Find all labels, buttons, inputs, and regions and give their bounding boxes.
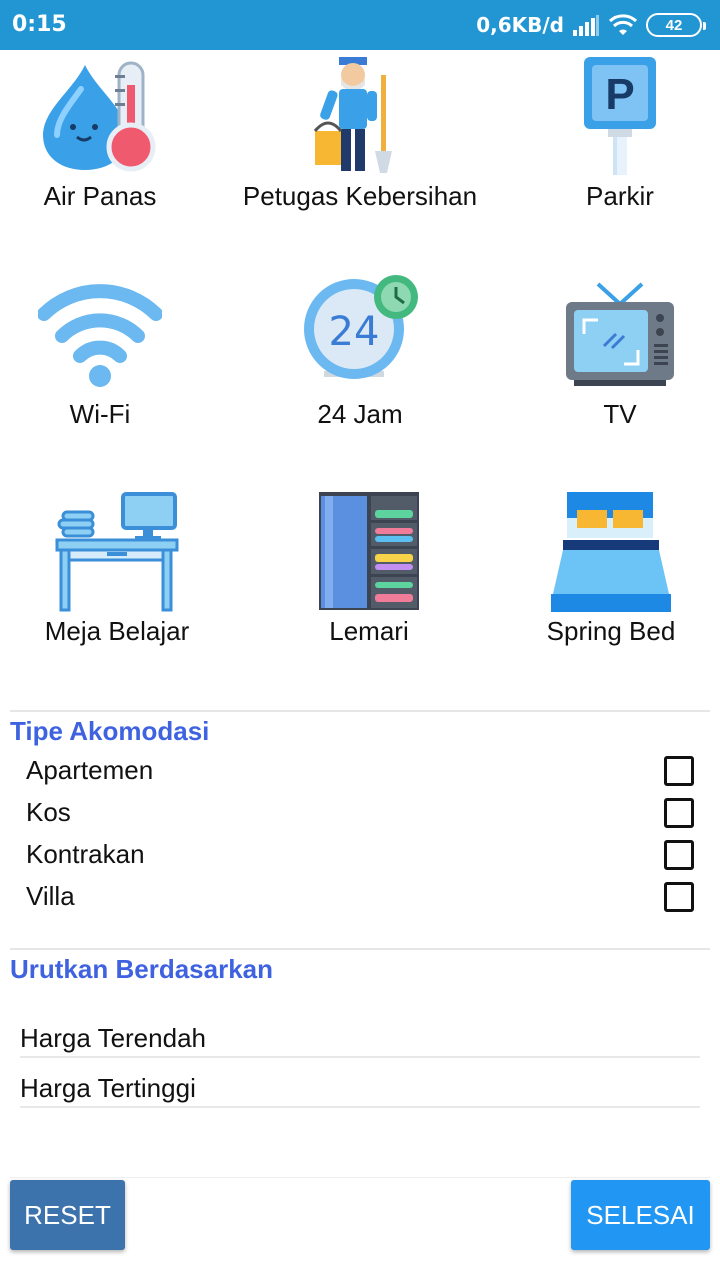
battery-indicator: 42: [646, 13, 706, 37]
facility-petugas-kebersihan[interactable]: Petugas Kebersihan: [240, 55, 480, 265]
footer-divider: [10, 1177, 710, 1178]
facility-label: Petugas Kebersihan: [242, 181, 478, 211]
wardrobe-icon: [319, 492, 419, 610]
parking-icon: P: [584, 57, 656, 175]
checkbox-villa[interactable]: [664, 882, 694, 912]
checkbox-apartemen[interactable]: [664, 756, 694, 786]
svg-text:24: 24: [329, 309, 380, 355]
facility-lemari[interactable]: Lemari: [249, 490, 489, 700]
checkbox-kontrakan[interactable]: [664, 840, 694, 870]
done-button[interactable]: SELESAI: [571, 1180, 710, 1250]
signal-icon: [573, 15, 599, 36]
facility-tv[interactable]: TV: [500, 275, 720, 485]
facility-label: Spring Bed: [546, 616, 676, 646]
option-apartemen-label: Apartemen: [26, 755, 154, 785]
facility-label: Air Panas: [43, 181, 157, 211]
facility-label: Parkir: [586, 181, 654, 211]
status-right: 0,6KB/d 42: [476, 10, 706, 40]
option-kontrakan-label: Kontrakan: [26, 839, 145, 869]
facility-label: Meja Belajar: [44, 616, 190, 646]
facility-label: 24 Jam: [317, 399, 403, 429]
section-divider: [10, 948, 710, 950]
status-time: 0:15: [12, 12, 67, 37]
clock-24-icon: 24: [304, 275, 418, 379]
battery-level: 42: [665, 16, 683, 34]
option-kos-label: Kos: [26, 797, 71, 827]
tv-icon: [566, 282, 674, 386]
checkbox-kos[interactable]: [664, 798, 694, 828]
facility-label: TV: [603, 399, 637, 429]
sort-option-highest-price[interactable]: Harga Tertinggi: [20, 1073, 700, 1104]
hot-water-icon: [43, 61, 156, 172]
section-divider: [10, 710, 710, 712]
sort-divider: [20, 1106, 700, 1108]
status-bar: 0:15 0,6KB/d 42: [0, 0, 720, 50]
option-villa-label: Villa: [26, 881, 75, 911]
reset-button[interactable]: RESET: [10, 1180, 125, 1250]
facility-meja-belajar[interactable]: Meja Belajar: [0, 490, 237, 700]
cleaning-staff-icon: [313, 57, 392, 173]
sort-option-lowest-price[interactable]: Harga Terendah: [20, 1023, 700, 1054]
wifi-icon: [38, 284, 162, 387]
sort-divider: [20, 1056, 700, 1058]
sort-title: Urutkan Berdasarkan: [10, 954, 273, 984]
facility-spring-bed[interactable]: Spring Bed: [491, 490, 720, 700]
bed-icon: [551, 492, 671, 612]
facility-label: Lemari: [329, 616, 409, 646]
study-desk-icon: [55, 492, 179, 612]
facility-air-panas[interactable]: Air Panas: [0, 55, 220, 265]
svg-text:P: P: [605, 70, 634, 119]
facility-wifi[interactable]: Wi-Fi: [0, 275, 220, 485]
facility-label: Wi-Fi: [69, 399, 131, 429]
wifi-status-icon: [608, 14, 638, 35]
facility-parkir[interactable]: P Parkir: [500, 55, 720, 265]
facility-24-jam[interactable]: 24 24 Jam: [240, 275, 480, 485]
network-speed: 0,6KB/d: [476, 13, 564, 37]
accommodation-title: Tipe Akomodasi: [10, 716, 210, 746]
